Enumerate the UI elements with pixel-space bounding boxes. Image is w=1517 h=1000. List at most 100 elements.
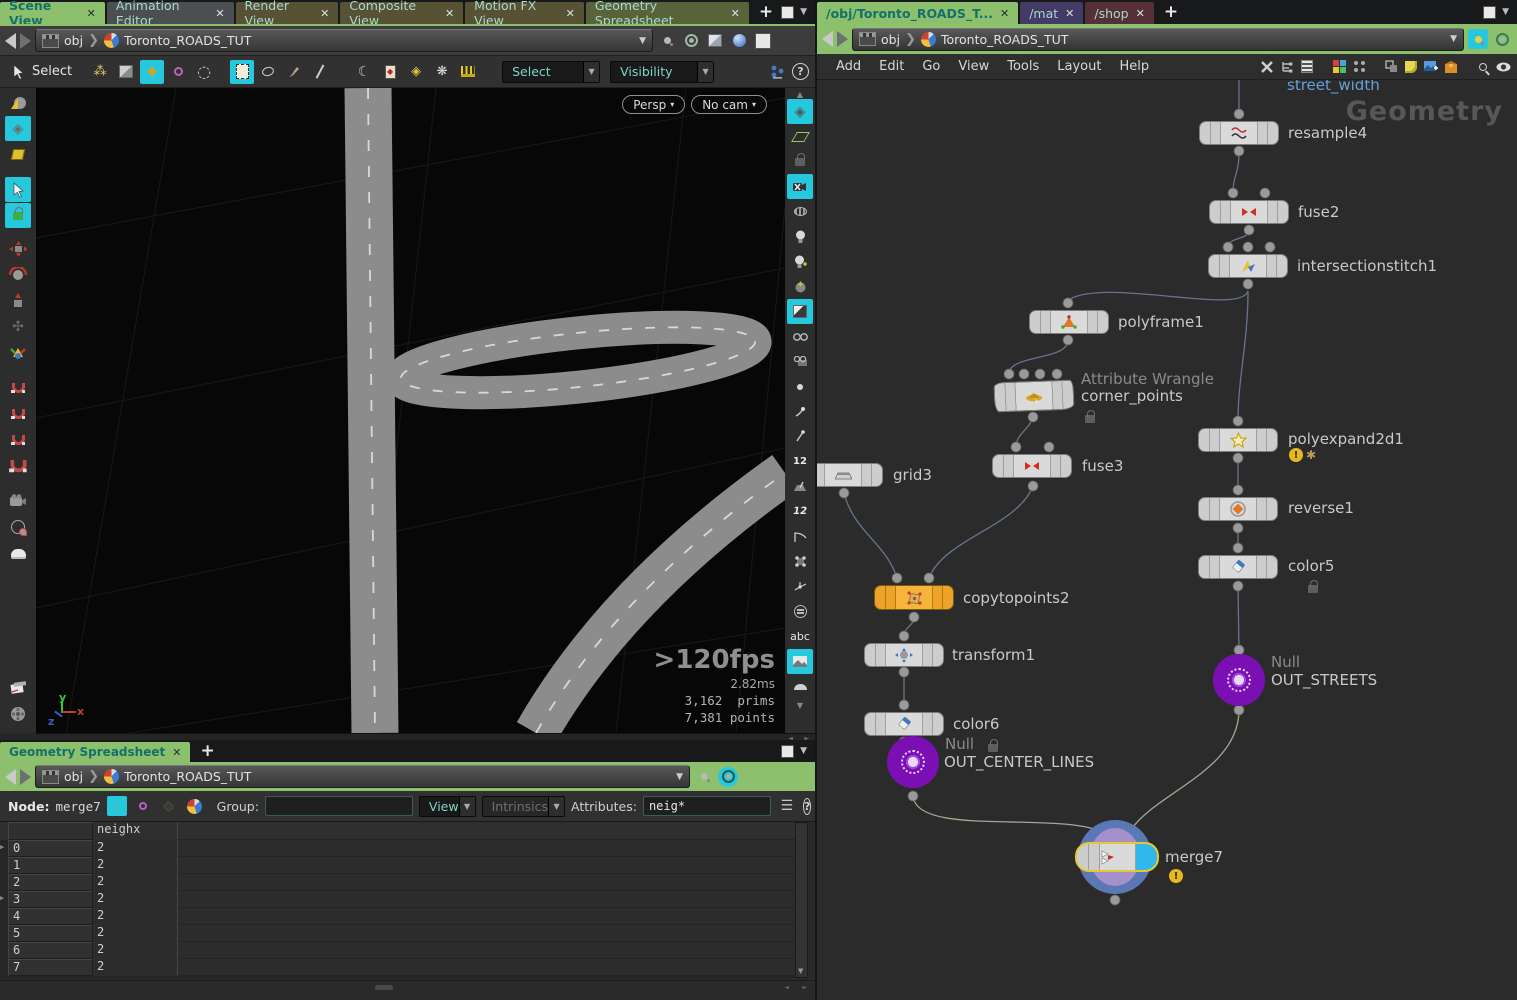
tab-geometry-spreadsheet[interactable]: Geometry Spreadsheet✕ [586,2,749,24]
prim-hulls-icon[interactable] [787,524,813,549]
tool-move-icon[interactable] [5,236,31,261]
pane-maximize-icon[interactable] [781,6,794,19]
path-breadcrumb[interactable]: obj ❯ Toronto_ROADS_TUT ▼ [852,28,1464,51]
select-whole-geometry-icon[interactable]: ◈ [404,60,428,84]
forward-button[interactable] [20,769,31,785]
brush-select-icon[interactable] [282,60,306,84]
search-icon[interactable] [1473,57,1493,77]
camera-tool-icon[interactable] [5,488,31,513]
snap-curve-icon[interactable] [5,401,31,426]
snap-toggle-icon[interactable] [5,453,31,478]
dropdown-arrow-icon[interactable]: ▼ [583,62,599,82]
dropdown-arrow-icon[interactable]: ▼ [459,797,475,816]
forward-button[interactable] [20,33,31,49]
tab-motion-fx-view[interactable]: Motion FX View✕ [465,2,584,24]
tool-handles-icon[interactable] [5,340,31,365]
tab-obj-path[interactable]: /obj/Toronto_ROADS_T...✕ [817,2,1018,24]
lasso-select-icon[interactable] [256,60,280,84]
forward-button[interactable] [837,31,848,47]
new-tab-button[interactable]: + [751,2,781,22]
warning-badge-icon[interactable]: ! [1169,869,1183,883]
shape-palette-icon[interactable] [1349,57,1369,77]
group-input[interactable] [265,796,413,816]
text-overlay-icon[interactable]: abc [787,624,813,649]
scroll-down-icon[interactable]: ▼ [797,701,803,710]
subnet-view-icon[interactable] [1381,57,1401,77]
column-header-neighx[interactable]: neighx [93,822,178,840]
close-icon[interactable]: ✕ [566,7,575,20]
default-lighting-icon[interactable] [787,224,813,249]
tool-scale-icon[interactable] [5,288,31,313]
breadcrumb-context[interactable]: obj [64,33,83,48]
show-vertices-attrs-icon[interactable] [133,796,153,816]
background-image-add-icon[interactable] [1421,57,1441,77]
link-group-icon[interactable] [1492,29,1512,49]
flipbook-reel-icon[interactable] [5,701,31,726]
menu-add[interactable]: Add [827,59,870,74]
breadcrumb-context[interactable]: obj [881,32,900,47]
node-merge7[interactable] [1075,842,1159,872]
node-polyexpand2d1[interactable] [1198,428,1278,452]
no-cam-button[interactable]: No cam▾ [691,95,767,114]
node-corner-points[interactable] [994,380,1075,413]
node-out-streets[interactable] [1213,654,1265,706]
pane-menu-icon[interactable]: ▼ [800,7,807,17]
path-dropdown-icon[interactable]: ▼ [1450,34,1457,44]
prim-breakpoints-icon[interactable] [787,549,813,574]
close-icon[interactable]: ✕ [731,7,740,20]
show-detail-attrs-icon[interactable] [185,796,205,816]
tool-select-icon[interactable] [5,177,31,202]
dome-light-icon[interactable] [5,540,31,565]
new-tab-button[interactable]: + [192,741,222,761]
select-by-normal-icon[interactable]: ❋ [430,60,454,84]
menu-go[interactable]: Go [913,59,949,74]
shadows-icon[interactable] [787,274,813,299]
table-row[interactable]: ▶32 [0,891,795,908]
select-edges-icon[interactable] [114,60,138,84]
menu-view[interactable]: View [949,59,998,74]
node-out-center-lines[interactable] [887,736,939,788]
path-dropdown-icon[interactable]: ▼ [639,36,646,46]
pane-menu-icon[interactable]: ▼ [800,746,807,756]
node-color6[interactable] [864,712,944,736]
table-row[interactable]: 72 [0,959,795,976]
point-numbers-icon[interactable]: 12 [787,449,813,474]
tab-render-view[interactable]: Render View✕ [236,2,339,24]
node-copytopoints2[interactable] [874,585,954,610]
back-button[interactable] [5,769,16,785]
spreadsheet-table[interactable]: neighx ▶02 12 22 ▶32 42 52 62 72 [0,822,795,978]
point-normals-icon[interactable] [787,424,813,449]
snap-point-icon[interactable] [5,427,31,452]
view-mask-icon[interactable] [5,514,31,539]
new-tab-button[interactable]: + [1156,2,1186,22]
node-value[interactable]: merge7 [55,799,100,814]
tree-view-icon[interactable] [1277,57,1297,77]
close-icon[interactable]: ✕ [215,7,224,20]
tab-geometry-spreadsheet[interactable]: Geometry Spreadsheet✕ [0,742,190,762]
group-list-icon[interactable] [787,599,813,624]
prim-numbers-icon[interactable]: 12 [787,499,813,524]
asset-box-icon[interactable] [1441,57,1461,77]
viewport-hscrollbar[interactable]: ◄ ► [36,733,815,740]
shading-mode-icon[interactable] [787,299,813,324]
pane-maximize-icon[interactable] [1483,6,1496,19]
node-intersectionstitch1[interactable] [1208,254,1288,278]
tools-wrench-icon[interactable] [1257,57,1277,77]
display-options-sphere-icon[interactable] [729,31,749,51]
node-reverse1[interactable] [1198,497,1278,521]
breadcrumb-context[interactable]: obj [64,769,83,784]
node-color5[interactable] [1198,555,1278,579]
environment-light-icon[interactable] [787,674,813,699]
close-icon[interactable]: ✕ [87,7,96,20]
stereo-box-icon[interactable] [787,349,813,374]
tab-scene-view[interactable]: Scene View✕ [0,2,105,24]
scroll-right-icon[interactable]: ► [802,984,807,991]
path-dropdown-icon[interactable]: ▼ [676,772,683,782]
color-palette-icon[interactable] [1329,57,1349,77]
intrinsics-dropdown[interactable]: Intrinsics▼ [482,796,565,817]
background-image-icon[interactable] [787,649,813,674]
node-fuse3[interactable] [992,454,1072,478]
select-visible-only-icon[interactable]: ☾ [352,60,376,84]
scroll-left-icon[interactable]: ◄ [784,984,789,991]
link-group-icon[interactable] [718,767,738,787]
